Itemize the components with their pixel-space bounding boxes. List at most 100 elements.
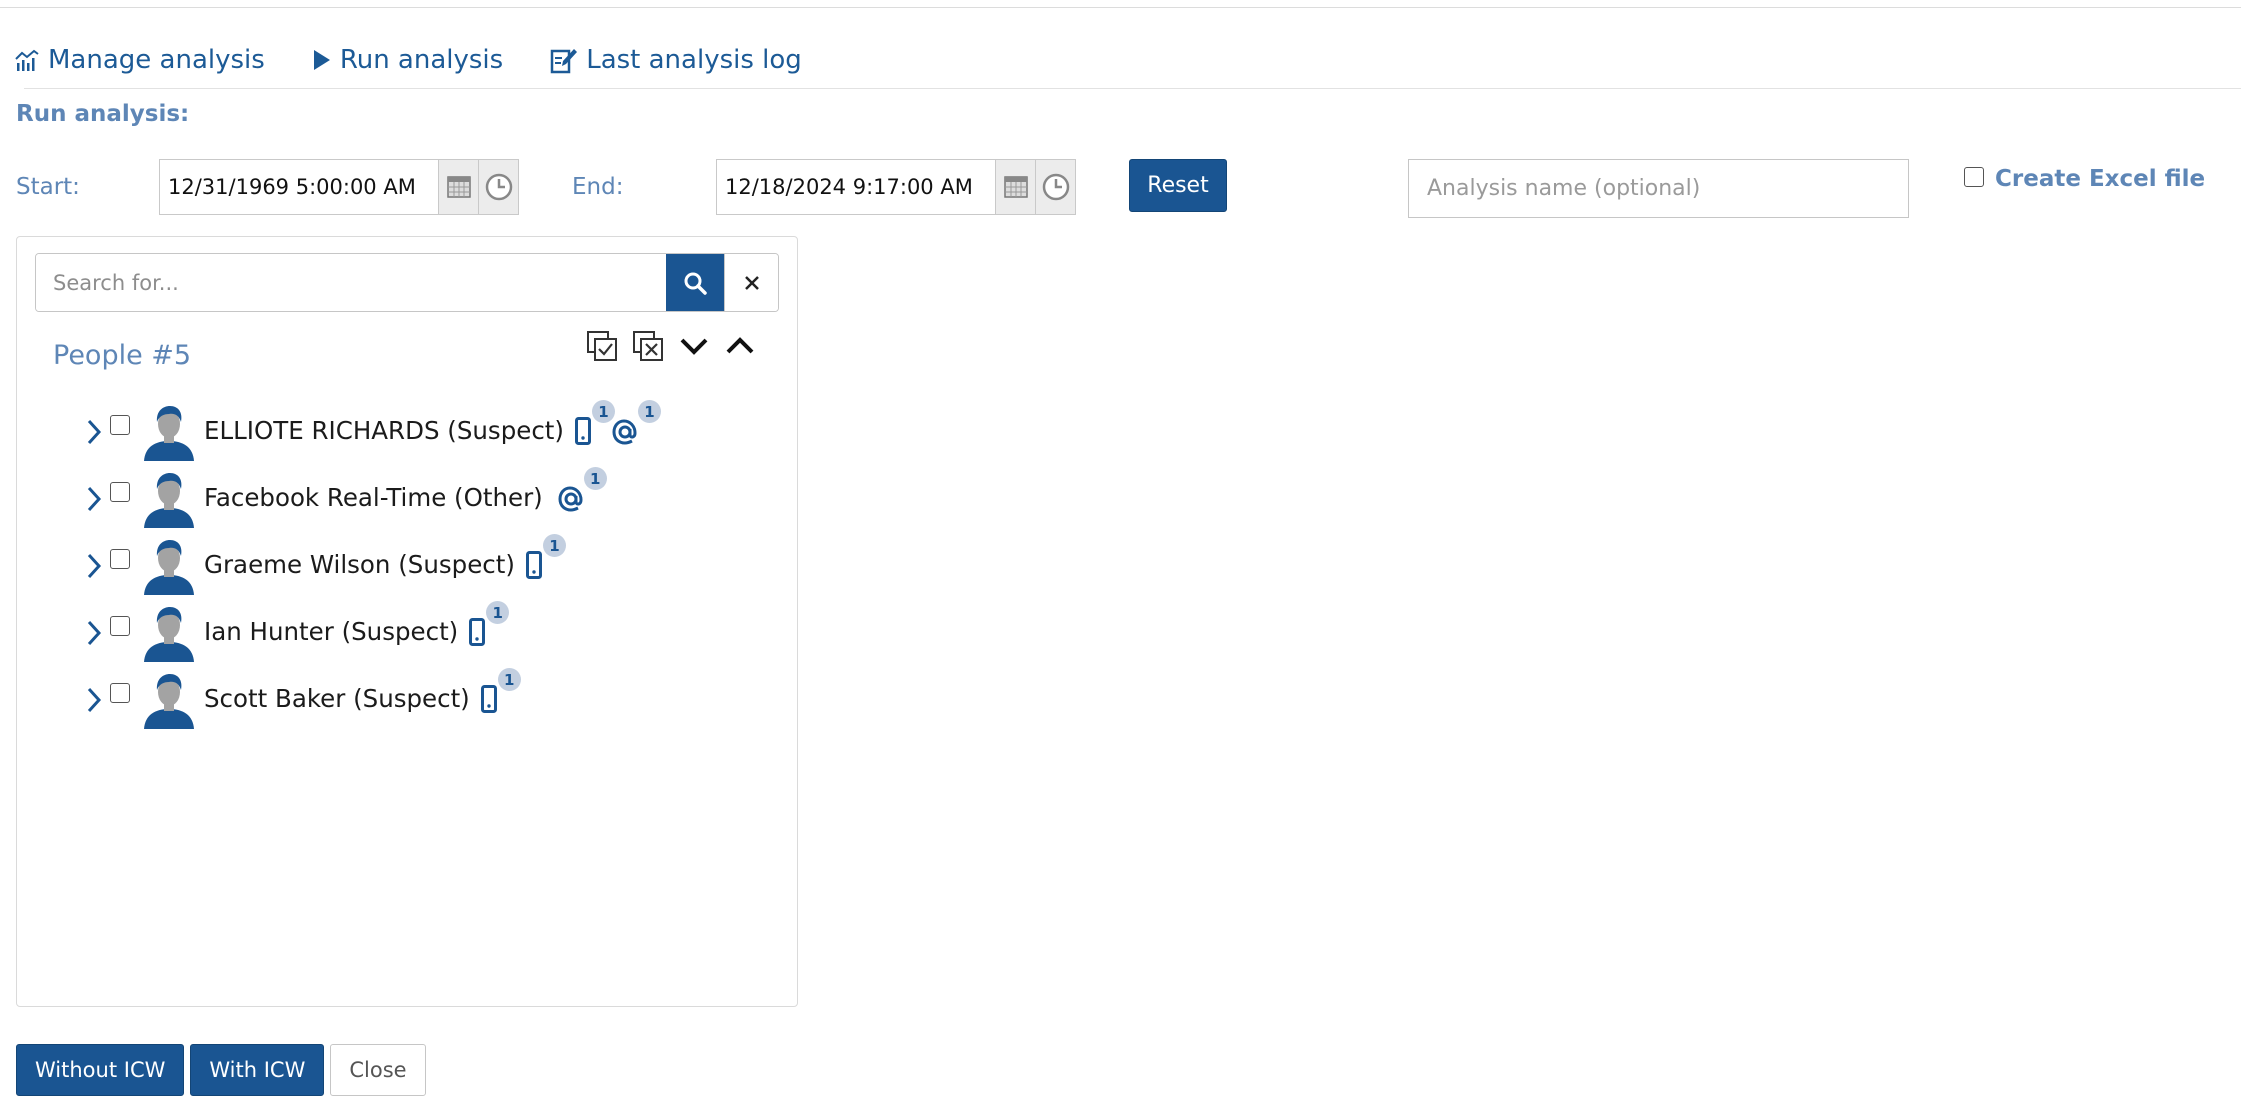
chevron-up-icon: [726, 337, 754, 354]
end-calendar-button[interactable]: [995, 160, 1035, 214]
phone-icon: [480, 685, 497, 713]
start-calendar-button[interactable]: [438, 160, 478, 214]
end-time-button[interactable]: [1035, 160, 1075, 214]
end-date-input[interactable]: [717, 160, 995, 214]
tab-last-analysis-log[interactable]: Last analysis log: [550, 45, 802, 75]
create-excel-label: Create Excel file: [1995, 166, 2206, 192]
chevron-right-icon[interactable]: [84, 551, 104, 581]
phone-icon: [574, 417, 591, 445]
person-name: Scott Baker (Suspect): [204, 683, 470, 713]
top-divider: [0, 7, 2241, 8]
person-name-wrap: Graeme Wilson (Suspect) 1: [204, 534, 566, 579]
phone-icon: [469, 618, 486, 646]
person-row[interactable]: Graeme Wilson (Suspect) 1: [17, 533, 797, 600]
email-count: 1: [637, 400, 661, 423]
person-avatar-icon: [144, 540, 194, 595]
email-badge: 1: [611, 400, 661, 445]
email-count: 1: [583, 467, 607, 490]
person-row[interactable]: Ian Hunter (Suspect) 1: [17, 600, 797, 667]
person-name: Ian Hunter (Suspect): [204, 616, 459, 646]
end-datetime-field: [716, 159, 1076, 215]
person-avatar-icon: [144, 406, 194, 461]
tab-manage-analysis[interactable]: Manage analysis: [14, 45, 265, 75]
person-name: Facebook Real-Time (Other): [204, 482, 543, 512]
clock-icon: [485, 173, 512, 201]
start-date-input[interactable]: [160, 160, 438, 214]
tab-label: Run analysis: [339, 45, 504, 75]
phone-badge: 1: [479, 668, 521, 713]
person-checkbox[interactable]: [110, 683, 130, 703]
person-avatar-icon: [144, 473, 194, 528]
edit-log-icon: [550, 49, 578, 74]
chevron-right-icon[interactable]: [84, 618, 104, 648]
person-name-wrap: ELLIOTE RICHARDS (Suspect) 11: [204, 400, 661, 445]
without-icw-button[interactable]: Without ICW: [16, 1044, 185, 1096]
at-sign-icon: [558, 486, 583, 512]
deselect-all-button[interactable]: [631, 329, 665, 363]
phone-count: 1: [486, 601, 510, 624]
chevron-right-icon[interactable]: [84, 685, 104, 715]
person-avatar-icon: [144, 674, 194, 729]
analysis-name-input[interactable]: [1408, 159, 1909, 218]
chevron-down-icon: [680, 338, 708, 355]
tab-divider: [24, 88, 2241, 89]
email-badge: 1: [557, 467, 607, 512]
calendar-icon: [1003, 176, 1028, 198]
tree-toolbar: [585, 329, 769, 363]
chart-icon: [15, 49, 39, 71]
phone-badge: 1: [467, 601, 510, 646]
person-row[interactable]: Facebook Real-Time (Other) 1: [17, 466, 797, 533]
person-checkbox[interactable]: [110, 549, 130, 569]
person-avatar-icon: [144, 607, 194, 662]
search-icon: [684, 272, 707, 295]
close-icon: [744, 275, 759, 290]
start-label: Start:: [16, 174, 80, 200]
start-datetime-field: [159, 159, 519, 215]
search-input[interactable]: [36, 254, 666, 311]
with-icw-button[interactable]: With ICW: [190, 1044, 325, 1096]
clock-icon: [1042, 173, 1069, 201]
phone-icon: [525, 551, 542, 579]
people-tree: ELLIOTE RICHARDS (Suspect) 11 Facebook R…: [17, 399, 797, 734]
section-title: Run analysis:: [16, 101, 190, 127]
chevron-right-icon[interactable]: [84, 484, 104, 514]
phone-count: 1: [542, 534, 566, 557]
phone-count: 1: [497, 668, 521, 691]
person-name-wrap: Ian Hunter (Suspect) 1: [204, 601, 510, 646]
person-checkbox[interactable]: [110, 415, 130, 435]
select-all-button[interactable]: [585, 329, 619, 363]
people-panel: People #5: [16, 236, 798, 1007]
reset-button[interactable]: Reset: [1129, 159, 1227, 212]
start-time-button[interactable]: [478, 160, 518, 214]
tab-label: Last analysis log: [586, 45, 802, 75]
tab-run-analysis[interactable]: Run analysis: [312, 45, 503, 75]
end-label: End:: [572, 174, 624, 200]
tab-label: Manage analysis: [48, 45, 265, 75]
uncheck-all-icon: [633, 331, 663, 361]
phone-badge: 1: [573, 400, 615, 445]
person-name-wrap: Scott Baker (Suspect) 1: [204, 668, 521, 713]
create-excel-option[interactable]: Create Excel file: [1964, 166, 2205, 192]
play-icon: [313, 50, 330, 70]
person-row[interactable]: ELLIOTE RICHARDS (Suspect) 11: [17, 399, 797, 466]
person-checkbox[interactable]: [110, 482, 130, 502]
expand-all-button[interactable]: [677, 329, 711, 363]
close-button[interactable]: Close: [330, 1044, 426, 1096]
person-name: ELLIOTE RICHARDS (Suspect): [204, 415, 564, 445]
action-bar: Without ICW With ICW Close: [16, 1044, 432, 1096]
clear-search-button[interactable]: [724, 254, 778, 311]
person-name: Graeme Wilson (Suspect): [204, 549, 515, 579]
at-sign-icon: [612, 419, 637, 445]
calendar-icon: [446, 176, 471, 198]
collapse-all-button[interactable]: [723, 329, 757, 363]
person-name-wrap: Facebook Real-Time (Other) 1: [204, 467, 607, 512]
chevron-right-icon[interactable]: [84, 417, 104, 447]
tab-bar: Manage analysis Run analysis Last analys…: [14, 40, 849, 80]
phone-badge: 1: [524, 534, 566, 579]
search-bar: [35, 253, 779, 312]
person-row[interactable]: Scott Baker (Suspect) 1: [17, 667, 797, 734]
search-button[interactable]: [666, 254, 724, 311]
group-title: People #5: [53, 340, 192, 371]
create-excel-checkbox[interactable]: [1964, 167, 1984, 187]
person-checkbox[interactable]: [110, 616, 130, 636]
